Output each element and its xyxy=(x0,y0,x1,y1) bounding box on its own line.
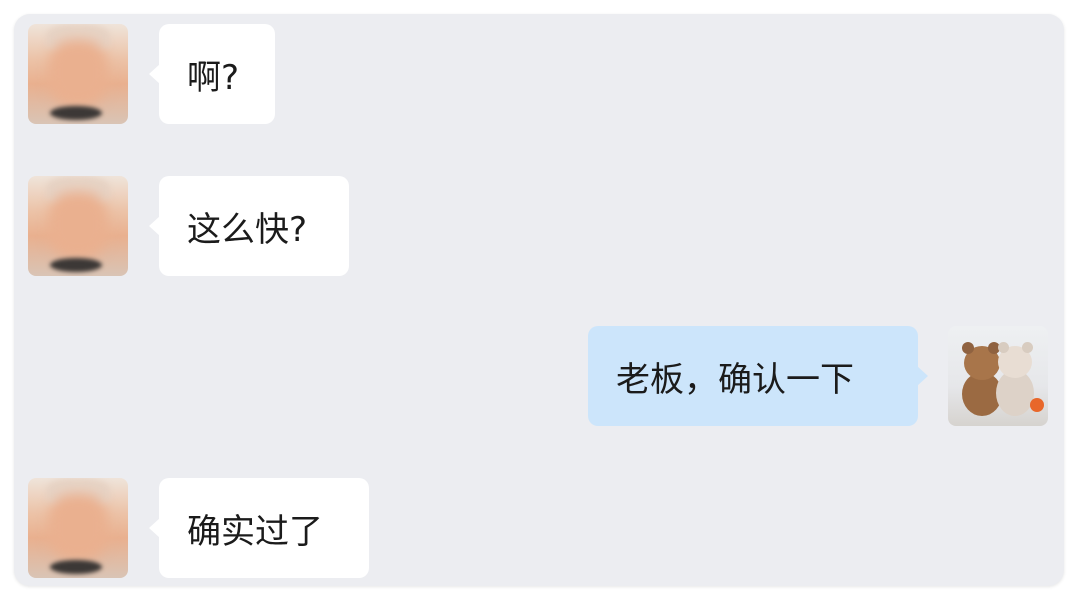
message-text: 老板，确认一下 xyxy=(616,359,854,400)
avatar[interactable] xyxy=(28,24,128,124)
message-text: 啊? xyxy=(187,57,240,98)
message-row: 确实过了 xyxy=(14,468,1064,578)
message-bubble[interactable]: 啊? xyxy=(149,24,275,124)
chat-window: 啊? 这么快? 老板，确认一下 确实过了 xyxy=(14,14,1064,586)
message-row: 这么快? xyxy=(14,166,1064,276)
message-bubble[interactable]: 老板，确认一下 xyxy=(588,326,928,426)
avatar[interactable] xyxy=(28,478,128,578)
message-row: 啊? xyxy=(14,14,1064,124)
message-row: 老板，确认一下 xyxy=(14,316,1064,426)
message-bubble[interactable]: 确实过了 xyxy=(149,478,369,578)
message-text: 这么快? xyxy=(187,209,308,250)
avatar[interactable] xyxy=(948,326,1048,426)
avatar[interactable] xyxy=(28,176,128,276)
message-bubble[interactable]: 这么快? xyxy=(149,176,349,276)
message-text: 确实过了 xyxy=(187,511,323,552)
